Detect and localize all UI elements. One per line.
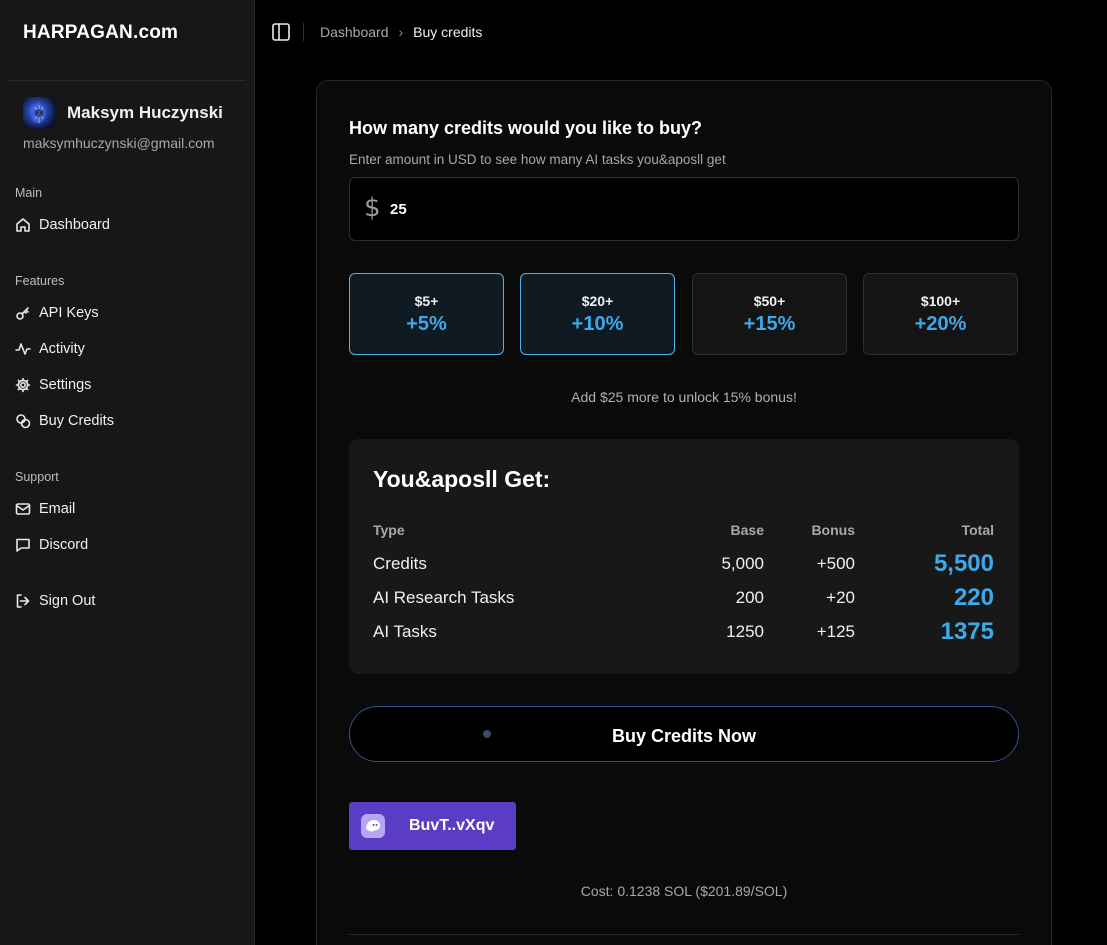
sidebar-item-buy-credits[interactable]: Buy Credits <box>15 410 114 432</box>
divider <box>303 23 304 41</box>
row-base: 200 <box>735 588 764 607</box>
logout-icon <box>16 594 30 608</box>
row-total: 1375 <box>940 618 994 645</box>
activity-icon <box>15 343 31 355</box>
page-subtitle: Enter amount in USD to see how many AI t… <box>349 152 726 167</box>
home-icon <box>16 218 30 232</box>
buy-credits-button[interactable]: Buy Credits Now <box>349 706 1019 762</box>
row-type: AI Research Tasks <box>373 588 515 607</box>
brand-logo[interactable]: HARPAGAN.com <box>23 22 178 44</box>
row-total: 5,500 <box>933 550 994 577</box>
tier-min: $50+ <box>753 293 786 309</box>
buy-credits-label: Buy Credits Now <box>611 726 757 746</box>
divider <box>8 80 246 81</box>
sidebar-item-label: Email <box>39 501 76 517</box>
sidebar-item-label: API Keys <box>39 305 99 321</box>
breadcrumb-dashboard-link[interactable]: Dashboard <box>320 24 389 40</box>
tier-option-20[interactable]: $20+ +10% <box>520 273 675 355</box>
nav-group-support: Support <box>15 470 59 484</box>
row-total: 220 <box>953 584 994 611</box>
gear-icon <box>15 377 31 393</box>
column-header-type: Type <box>373 522 405 538</box>
tier-min: $20+ <box>581 293 614 309</box>
sidebar-item-api-keys[interactable]: API Keys <box>15 302 99 324</box>
tier-option-100[interactable]: $100+ +20% <box>863 273 1018 355</box>
summary-panel: You&aposll Get: Type Base Bonus Total Cr… <box>349 439 1019 674</box>
tier-min: $5+ <box>414 293 439 309</box>
sidebar-item-email[interactable]: Email <box>15 498 75 520</box>
sign-out-button[interactable]: Sign Out <box>15 590 95 612</box>
wallet-button[interactable]: BuvT..vXqv <box>349 802 516 850</box>
avatar <box>23 97 55 129</box>
sidebar-item-settings[interactable]: Settings <box>15 374 91 396</box>
row-base: 5,000 <box>721 554 764 573</box>
sidebar: HARPAGAN.com Maksym Huczynski maksymhucz… <box>0 0 255 945</box>
user-name: Maksym Huczynski <box>67 103 223 122</box>
sidebar-item-discord[interactable]: Discord <box>15 534 88 556</box>
row-type: AI Tasks <box>373 622 437 641</box>
amount-field[interactable]: $ <box>349 177 1019 241</box>
row-base: 1250 <box>726 622 764 641</box>
tier-option-50[interactable]: $50+ +15% <box>692 273 847 355</box>
amount-input[interactable] <box>390 178 990 240</box>
tier-bonus: +10% <box>571 313 624 335</box>
tier-option-5[interactable]: $5+ +5% <box>349 273 504 355</box>
key-icon <box>16 307 29 320</box>
unlock-note: Add $25 more to unlock 15% bonus! <box>571 389 797 405</box>
sidebar-item-label: Settings <box>39 377 92 393</box>
row-type: Credits <box>373 554 427 573</box>
tier-bonus: +15% <box>743 313 796 335</box>
sidebar-item-label: Buy Credits <box>39 413 114 429</box>
sidebar-item-label: Dashboard <box>39 217 110 233</box>
tier-min: $100+ <box>920 293 961 309</box>
row-bonus: +125 <box>816 622 855 641</box>
phantom-wallet-icon <box>361 814 385 838</box>
breadcrumb-current: Buy credits <box>413 24 483 40</box>
nav-group-features: Features <box>15 274 65 288</box>
dollar-icon: $ <box>364 193 381 223</box>
column-header-total: Total <box>961 522 994 538</box>
sign-out-label: Sign Out <box>39 593 96 609</box>
nav-group-main: Main <box>15 186 43 200</box>
row-bonus: +20 <box>826 588 855 607</box>
sidebar-item-label: Activity <box>39 341 85 357</box>
mail-icon <box>15 503 31 515</box>
tier-bonus: +5% <box>406 313 447 335</box>
cost-note: Cost: 0.1238 SOL ($201.89/SOL) <box>580 883 788 899</box>
user-email: maksymhuczynski@gmail.com <box>23 135 215 151</box>
sidebar-toggle-button[interactable] <box>271 22 291 42</box>
row-bonus: +500 <box>816 554 855 573</box>
chat-icon <box>16 538 30 552</box>
column-header-bonus: Bonus <box>811 522 855 538</box>
buy-credits-card: How many credits would you like to buy? … <box>316 80 1052 945</box>
divider <box>349 934 1019 935</box>
sidebar-toggle-icon <box>272 23 290 41</box>
sidebar-item-dashboard[interactable]: Dashboard <box>15 214 110 236</box>
summary-title: You&aposll Get: <box>373 466 551 492</box>
chevron-right-icon: › <box>398 24 404 40</box>
sidebar-item-activity[interactable]: Activity <box>15 338 85 360</box>
coins-icon <box>16 414 31 429</box>
column-header-base: Base <box>730 522 764 538</box>
wallet-address: BuvT..vXqv <box>409 817 495 834</box>
breadcrumb: Dashboard › Buy credits <box>320 24 482 40</box>
sidebar-item-label: Discord <box>39 537 89 553</box>
page-title: How many credits would you like to buy? <box>349 118 703 138</box>
tier-bonus: +20% <box>914 313 967 335</box>
